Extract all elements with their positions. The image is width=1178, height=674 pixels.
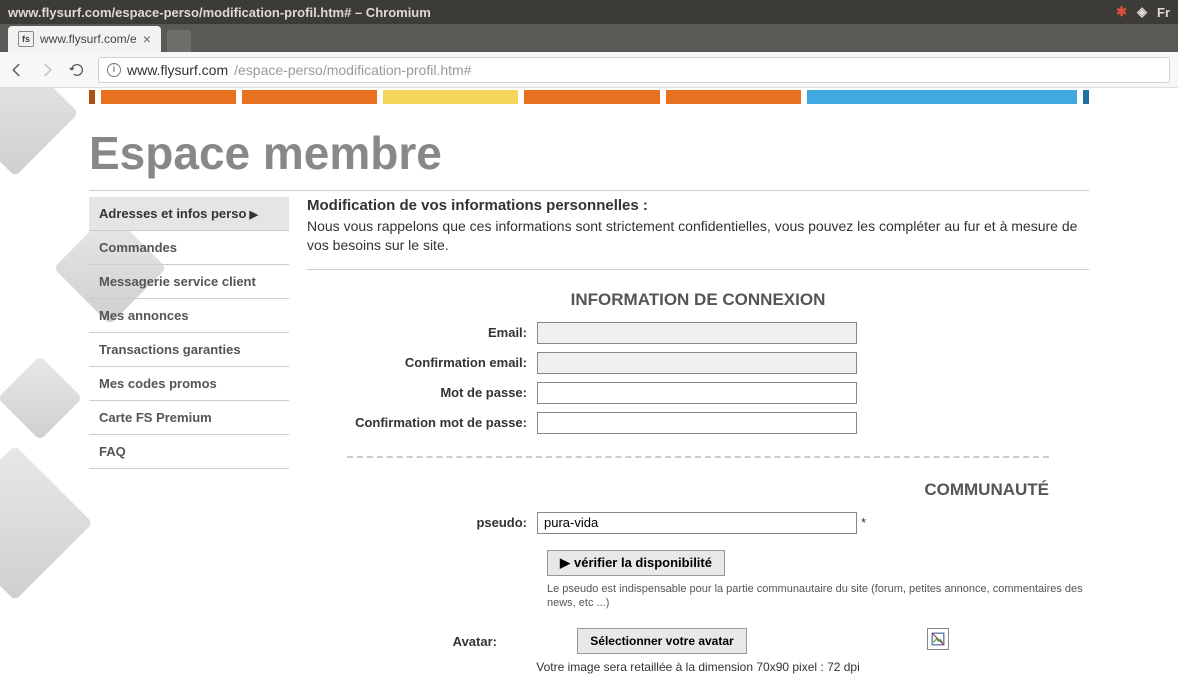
url-host: www.flysurf.com <box>127 62 228 78</box>
avatar-label: Avatar: <box>307 628 507 649</box>
password-field[interactable] <box>537 382 857 404</box>
tab-strip: fs www.flysurf.com/e × <box>0 24 1178 52</box>
sidebar-item-label: Transactions garanties <box>99 342 241 357</box>
password-label: Mot de passe: <box>307 385 537 400</box>
browser-toolbar: i www.flysurf.com/espace-perso/modificat… <box>0 52 1178 88</box>
intro-heading: Modification de vos informations personn… <box>307 197 1089 214</box>
sidebar-item-messagerie[interactable]: Messagerie service client <box>89 265 289 299</box>
confirm-email-label: Confirmation email: <box>307 355 537 370</box>
sidebar-nav: Adresses et infos perso Commandes Messag… <box>89 197 289 674</box>
pseudo-help-text: Le pseudo est indispensable pour la part… <box>547 582 1089 611</box>
sidebar-item-label: Mes codes promos <box>99 376 217 391</box>
pseudo-label: pseudo: <box>307 515 537 530</box>
browser-tab[interactable]: fs www.flysurf.com/e × <box>8 26 161 52</box>
section-title-communaute: COMMUNAUTÉ <box>307 480 1089 500</box>
check-button-label: vérifier la disponibilité <box>574 555 712 570</box>
os-titlebar: www.flysurf.com/espace-perso/modificatio… <box>0 0 1178 24</box>
avatar-help-text: Votre image sera retaillée à la dimensio… <box>307 660 1089 674</box>
section-title-connexion: INFORMATION DE CONNEXION <box>307 290 1089 310</box>
sidebar-item-faq[interactable]: FAQ <box>89 435 289 469</box>
window-title: www.flysurf.com/espace-perso/modificatio… <box>8 5 1116 20</box>
avatar-preview <box>927 628 949 650</box>
avatar-button-label: Sélectionner votre avatar <box>590 634 733 648</box>
wifi-icon[interactable]: ◈ <box>1137 4 1147 20</box>
play-icon: ▶ <box>560 555 570 571</box>
sidebar-item-label: FAQ <box>99 444 126 459</box>
sidebar-item-commandes[interactable]: Commandes <box>89 231 289 265</box>
sidebar-item-label: Messagerie service client <box>99 274 256 289</box>
page-title: Espace membre <box>89 126 1089 180</box>
url-path: /espace-perso/modification-profil.htm# <box>234 62 471 78</box>
sidebar-item-carte-premium[interactable]: Carte FS Premium <box>89 401 289 435</box>
address-bar[interactable]: i www.flysurf.com/espace-perso/modificat… <box>98 57 1170 83</box>
new-tab-button[interactable] <box>167 30 191 52</box>
sidebar-item-adresses[interactable]: Adresses et infos perso <box>89 197 289 231</box>
email-label: Email: <box>307 325 537 340</box>
confirm-password-label: Confirmation mot de passe: <box>307 415 537 430</box>
top-nav-banner <box>89 88 1089 108</box>
check-availability-button[interactable]: ▶ vérifier la disponibilité <box>547 550 725 576</box>
forward-button[interactable] <box>38 61 56 79</box>
close-tab-icon[interactable]: × <box>143 31 151 47</box>
confirm-password-field[interactable] <box>537 412 857 434</box>
site-info-icon[interactable]: i <box>107 63 121 77</box>
sidebar-item-label: Mes annonces <box>99 308 189 323</box>
main-panel: Modification de vos informations personn… <box>307 197 1089 674</box>
email-field[interactable] <box>537 322 857 344</box>
required-asterisk: * <box>861 515 866 530</box>
favicon-icon: fs <box>18 31 34 47</box>
confirm-email-field[interactable] <box>537 352 857 374</box>
sidebar-item-annonces[interactable]: Mes annonces <box>89 299 289 333</box>
divider <box>307 269 1089 270</box>
reload-button[interactable] <box>68 61 86 79</box>
tab-title: www.flysurf.com/e <box>40 32 137 46</box>
page-content: Espace membre Adresses et infos perso Co… <box>89 88 1089 674</box>
sidebar-item-label: Adresses et infos perso <box>99 206 246 221</box>
divider <box>89 190 1089 191</box>
back-button[interactable] <box>8 61 26 79</box>
sidebar-item-codes-promos[interactable]: Mes codes promos <box>89 367 289 401</box>
section-divider <box>347 456 1049 458</box>
sidebar-item-transactions[interactable]: Transactions garanties <box>89 333 289 367</box>
sidebar-item-label: Carte FS Premium <box>99 410 212 425</box>
pseudo-field[interactable] <box>537 512 857 534</box>
locale-indicator[interactable]: Fr <box>1157 5 1170 20</box>
intro-text: Nous vous rappelons que ces informations… <box>307 217 1089 255</box>
sidebar-item-label: Commandes <box>99 240 177 255</box>
broken-image-icon <box>931 632 945 646</box>
select-avatar-button[interactable]: Sélectionner votre avatar <box>577 628 747 654</box>
extension-icon[interactable]: ✱ <box>1116 4 1127 20</box>
